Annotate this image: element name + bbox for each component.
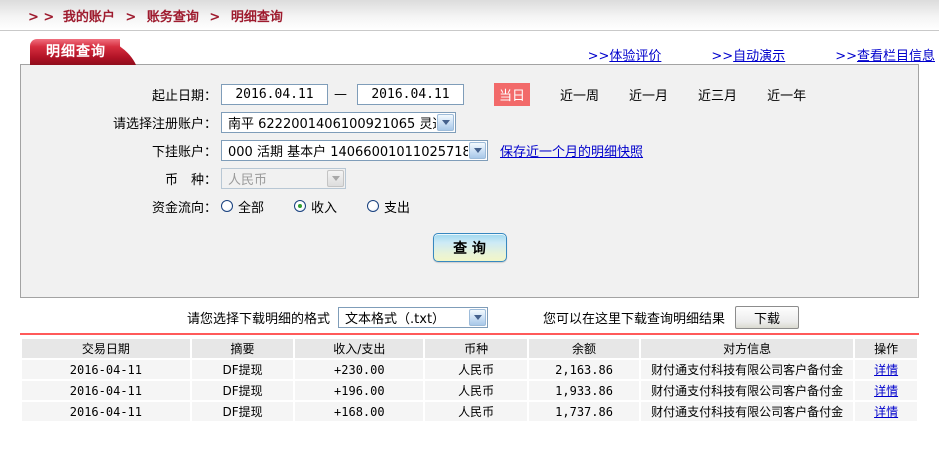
radio-unchecked-icon [221, 200, 233, 212]
flow-option-expense[interactable]: 支出 [367, 197, 410, 216]
cell-counterparty: 财付通支付科技有限公司客户备付金 [641, 381, 854, 400]
breadcrumb-separator: > [125, 9, 137, 25]
cell-date: 2016-04-11 [22, 360, 190, 379]
range-today-badge[interactable]: 当日 [494, 82, 531, 106]
cell-currency: 人民币 [425, 381, 527, 400]
link-view-column-info[interactable]: >>查看栏目信息 [835, 45, 935, 64]
save-monthly-snapshot-link[interactable]: 保存近一个月的明细快照 [500, 141, 643, 160]
table-header-row: 交易日期 摘要 收入/支出 币种 余额 对方信息 操作 [22, 339, 917, 358]
currency-select: 人民币 [221, 167, 346, 189]
breadcrumb-item-detail-query[interactable]: 明细查询 [231, 10, 283, 25]
breadcrumb-bar: > > 我的账户 > 账务查询 > 明细查询 [0, 0, 939, 31]
cell-amount: +196.00 [295, 381, 424, 400]
chevron-down-icon[interactable] [469, 141, 486, 159]
sub-account-label: 下挂账户： [151, 144, 217, 160]
breadcrumb-item-my-account[interactable]: 我的账户 [63, 10, 115, 25]
breadcrumb-item-account-query[interactable]: 账务查询 [147, 10, 199, 25]
breadcrumb-separator: > [209, 9, 221, 25]
flow-option-income[interactable]: 收入 [294, 197, 337, 216]
cell-balance: 1,933.86 [528, 381, 640, 400]
download-format-label: 请您选择下载明细的格式 [187, 311, 331, 327]
header-currency: 币种 [425, 339, 527, 358]
detail-link[interactable]: 详情 [874, 363, 898, 377]
download-row: 请您选择下载明细的格式 文本格式（.txt） 您可以在这里下载查询明细结果 下载 [20, 303, 919, 331]
query-form-panel: 起止日期： — 当日 近一周 近一月 近三月 近一年 请选择注册账户： 南平 6… [20, 64, 919, 298]
header-summary: 摘要 [191, 339, 294, 358]
date-range-row: 起止日期： — 当日 近一周 近一月 近三月 近一年 [21, 82, 918, 106]
breadcrumb: > > 我的账户 > 账务查询 > 明细查询 [28, 6, 287, 25]
double-arrow-icon: >> [711, 49, 734, 64]
chevron-down-icon[interactable] [469, 308, 487, 326]
sub-account-select[interactable]: 000 活期 基本户 1406600101102571848 [221, 139, 488, 161]
header-balance: 余额 [528, 339, 640, 358]
download-button[interactable]: 下载 [735, 305, 800, 329]
radio-unchecked-icon [367, 200, 380, 212]
download-format-select[interactable]: 文本格式（.txt） [338, 306, 489, 328]
query-button-row: 查 询 [21, 233, 918, 262]
flow-option-all[interactable]: 全部 [221, 197, 264, 216]
registered-account-label: 请选择注册账户： [112, 116, 217, 132]
header-links: >>体验评价 >>自动演示 >>查看栏目信息 [588, 45, 935, 64]
detail-link[interactable]: 详情 [874, 384, 898, 398]
breadcrumb-prefix: > > [28, 9, 55, 25]
registered-account-row: 请选择注册账户： 南平 6222001406100921065 灵通卡 [21, 111, 918, 133]
header-income-expense: 收入/支出 [295, 339, 424, 358]
date-range-label: 起止日期： [151, 88, 217, 104]
registered-account-select[interactable]: 南平 6222001406100921065 灵通卡 [221, 111, 456, 133]
currency-row: 币 种： 人民币 [21, 167, 918, 189]
cell-date: 2016-04-11 [22, 381, 190, 400]
header-action: 操作 [855, 339, 917, 358]
double-arrow-icon: >> [587, 49, 610, 64]
cell-counterparty: 财付通支付科技有限公司客户备付金 [641, 402, 854, 421]
tab-label: 明细查询 [46, 44, 106, 60]
sub-account-row: 下挂账户： 000 活期 基本户 1406600101102571848 保存近… [21, 139, 918, 161]
date-from-input[interactable] [221, 83, 328, 105]
red-separator-line [20, 333, 919, 335]
cell-currency: 人民币 [425, 402, 527, 421]
range-last-year[interactable]: 近一年 [767, 85, 806, 104]
table-row: 2016-04-11 DF提现 +196.00 人民币 1,933.86 财付通… [22, 381, 917, 400]
cell-amount: +230.00 [295, 360, 424, 379]
currency-label: 币 种： [164, 172, 217, 188]
cell-balance: 1,737.86 [528, 402, 640, 421]
date-to-input[interactable] [357, 83, 464, 105]
range-last-month[interactable]: 近一月 [629, 85, 668, 104]
fund-flow-label: 资金流向： [151, 200, 217, 216]
download-hint: 您可以在这里下载查询明细结果 [543, 311, 726, 327]
chevron-down-icon[interactable] [437, 113, 454, 131]
header-trade-date: 交易日期 [22, 339, 190, 358]
table-row: 2016-04-11 DF提现 +230.00 人民币 2,163.86 财付通… [22, 360, 917, 379]
cell-balance: 2,163.86 [528, 360, 640, 379]
cell-amount: +168.00 [295, 402, 424, 421]
range-last-3-months[interactable]: 近三月 [698, 85, 737, 104]
results-table: 交易日期 摘要 收入/支出 币种 余额 对方信息 操作 2016-04-11 D… [20, 337, 919, 423]
detail-link[interactable]: 详情 [874, 405, 898, 419]
link-auto-demo[interactable]: >>自动演示 [711, 45, 785, 64]
date-dash: — [334, 86, 347, 102]
cell-date: 2016-04-11 [22, 402, 190, 421]
cell-currency: 人民币 [425, 360, 527, 379]
radio-checked-icon [294, 200, 307, 212]
query-button[interactable]: 查 询 [432, 233, 507, 262]
cell-summary: DF提现 [191, 360, 294, 379]
link-experience-rating[interactable]: >>体验评价 [588, 45, 662, 64]
fund-flow-row: 资金流向： 全部 收入 支出 [21, 195, 918, 217]
tab-detail-query[interactable]: 明细查询 [30, 39, 120, 65]
header-counterparty: 对方信息 [641, 339, 854, 358]
cell-counterparty: 财付通支付科技有限公司客户备付金 [641, 360, 854, 379]
chevron-down-icon [327, 169, 344, 187]
cell-summary: DF提现 [191, 381, 294, 400]
range-last-week[interactable]: 近一周 [560, 85, 599, 104]
table-row: 2016-04-11 DF提现 +168.00 人民币 1,737.86 财付通… [22, 402, 917, 421]
double-arrow-icon: >> [835, 49, 857, 64]
cell-summary: DF提现 [191, 402, 294, 421]
